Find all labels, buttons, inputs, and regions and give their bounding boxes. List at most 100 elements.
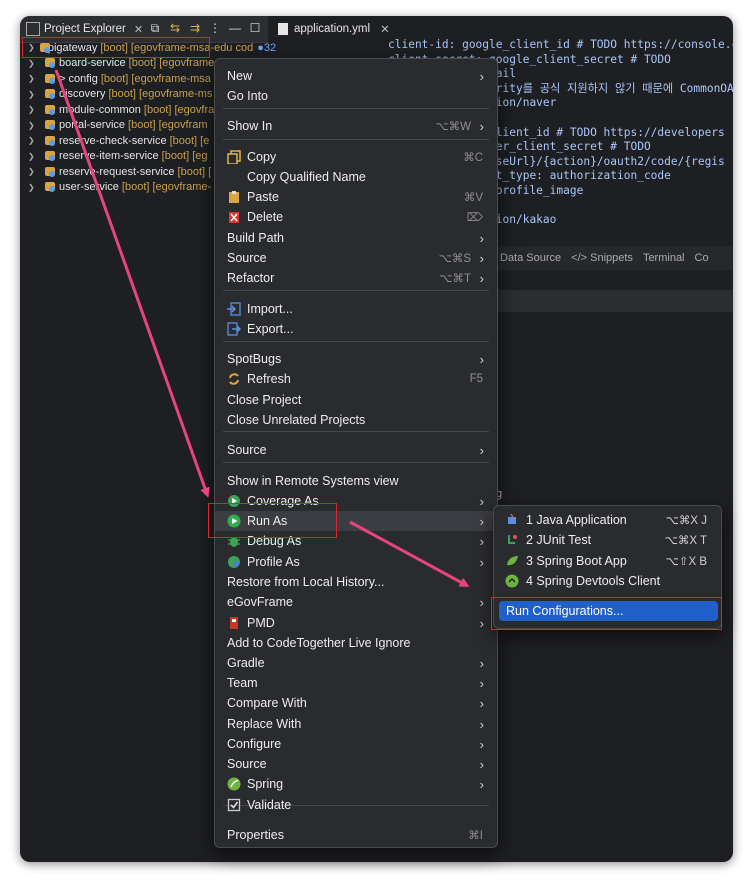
menu-item-build-path[interactable]: Build Path › (215, 228, 497, 248)
chevron-right-icon[interactable]: ❯ (20, 90, 40, 99)
menu-item-label: Configure (227, 737, 282, 751)
project-icon (44, 135, 56, 147)
file-icon (278, 23, 288, 35)
menu-item-label: Spring (247, 777, 284, 791)
menu-item-copy-qualified-name[interactable]: Copy Qualified Name (215, 167, 497, 187)
menu-item-spotbugs[interactable]: SpotBugs › (215, 349, 497, 369)
menu-item-close-unrelated-projects[interactable]: Close Unrelated Projects (215, 410, 497, 430)
annotation-box-run-configurations (491, 597, 722, 630)
project-icon (44, 73, 56, 85)
menu-item-copy[interactable]: Copy ⌘C (215, 147, 497, 167)
lower-tab-co[interactable]: Co (695, 252, 709, 264)
menu-separator (223, 341, 489, 342)
chevron-right-icon[interactable]: ❯ (20, 136, 40, 145)
menu-item-refresh[interactable]: Refresh F5 (215, 369, 497, 389)
menu-item-team[interactable]: Team › (215, 673, 497, 693)
project-icon (44, 88, 56, 100)
menu-item-show-in[interactable]: Show In ⌥⌘W › (215, 116, 497, 136)
close-icon[interactable]: ✕ (134, 23, 143, 36)
filter-icon[interactable]: ⇉ (188, 21, 202, 36)
chevron-right-icon: › (479, 533, 484, 549)
chevron-right-icon: › (479, 695, 484, 711)
menu-item-egovframe[interactable]: eGovFrame › (215, 592, 497, 612)
menu-item-label: Team (227, 676, 258, 690)
link-editor-icon[interactable]: ⇆ (168, 21, 182, 36)
menu-item-go-into[interactable]: Go Into (215, 86, 497, 106)
submenu-item-2-junit-test[interactable]: 2 JUnit Test ⌥⌘X T (494, 530, 721, 550)
submenu-item-1-java-application[interactable]: 1 Java Application ⌥⌘X J (494, 510, 721, 530)
menu-item-refactor[interactable]: Refactor ⌥⌘T › (215, 268, 497, 288)
menu-item-pmd[interactable]: PMD › (215, 613, 497, 633)
tab-label: application.yml (294, 23, 371, 35)
lower-tab-snippets[interactable]: </> Snippets (571, 252, 633, 264)
chevron-right-icon[interactable]: ❯ (20, 167, 40, 176)
collapse-all-icon[interactable]: ⧉ (148, 21, 162, 36)
minimize-icon[interactable]: — (228, 21, 242, 36)
chevron-right-icon: › (479, 68, 484, 84)
menu-item-paste[interactable]: Paste ⌘V (215, 187, 497, 207)
menu-item-label: Compare With (227, 696, 307, 710)
menu-item-replace-with[interactable]: Replace With › (215, 714, 497, 734)
menu-item-properties[interactable]: Properties ⌘I (215, 825, 497, 845)
spring-icon (227, 777, 241, 791)
menu-item-shortcut: ⌥⌘T (439, 273, 471, 285)
chevron-right-icon[interactable]: ❯ (20, 105, 40, 114)
menu-item-label: New (227, 69, 253, 83)
menu-item-label: SpotBugs (227, 352, 282, 366)
menu-item-new[interactable]: New › (215, 66, 497, 86)
chevron-right-icon: › (479, 736, 484, 752)
menu-item-label: PMD (247, 616, 275, 630)
chevron-right-icon: › (479, 756, 484, 772)
chevron-right-icon[interactable]: ❯ (20, 74, 40, 83)
submenu-item-label: 3 Spring Boot App (526, 554, 627, 568)
menu-item-source[interactable]: Source › (215, 754, 497, 774)
lower-tab-data-source[interactable]: Data Source (500, 252, 561, 264)
chevron-right-icon: › (479, 675, 484, 691)
project-name: portal-service (59, 119, 126, 132)
menu-item-restore-from-local-history[interactable]: Restore from Local History... (215, 572, 497, 592)
project-tag: [boot] [ (177, 165, 212, 178)
menu-item-profile-as[interactable]: Profile As › (215, 552, 497, 572)
maximize-icon[interactable]: ☐ (248, 21, 262, 36)
project-tag: [boot] [egovfram (128, 119, 208, 132)
menu-item-source[interactable]: Source › (215, 440, 497, 460)
menu-item-compare-with[interactable]: Compare With › (215, 693, 497, 713)
project-tag: [boot] [egovframe-msa (100, 72, 211, 85)
tab-project-explorer[interactable]: Project Explorer ✕ (26, 20, 143, 38)
submenu-item-3-spring-boot-app[interactable]: 3 Spring Boot App ⌥⇧X B (494, 551, 721, 571)
submenu-item-4-spring-devtools-client[interactable]: 4 Spring Devtools Client (494, 571, 721, 591)
chevron-right-icon[interactable]: ❯ (20, 59, 40, 68)
chevron-right-icon[interactable]: ❯ (20, 121, 40, 130)
menu-separator (223, 290, 489, 291)
menu-item-delete[interactable]: Delete ⌦ (215, 207, 497, 227)
project-name: reserve-item-service (59, 150, 159, 163)
spring-boot-icon (507, 556, 518, 566)
menu-item-spring[interactable]: Spring › (215, 774, 497, 794)
project-icon (44, 181, 56, 193)
menu-item-add-to-codetogether-live-ignore[interactable]: Add to CodeTogether Live Ignore (215, 633, 497, 653)
chevron-right-icon: › (479, 270, 484, 286)
delete-icon (229, 212, 239, 223)
menu-item-gradle[interactable]: Gradle › (215, 653, 497, 673)
menu-item-source[interactable]: Source ⌥⌘S › (215, 248, 497, 268)
menu-item-label: Refactor (227, 271, 275, 285)
menu-item-import[interactable]: Import... (215, 299, 497, 319)
chevron-right-icon[interactable]: ❯ (20, 152, 40, 161)
project-tag: [boot] [e (169, 134, 210, 147)
menu-item-show-in-remote-systems-view[interactable]: Show in Remote Systems view (215, 471, 497, 491)
menu-item-configure[interactable]: Configure › (215, 734, 497, 754)
menu-item-label: Close Project (227, 393, 302, 407)
lower-tab-terminal[interactable]: Terminal (643, 252, 685, 264)
menu-item-shortcut: ⌘V (463, 192, 483, 204)
project-name: user-service (59, 181, 119, 194)
close-icon[interactable]: ✕ (380, 22, 390, 36)
menu-item-close-project[interactable]: Close Project (215, 390, 497, 410)
chevron-right-icon: › (479, 250, 484, 266)
menu-item-export[interactable]: Export... (215, 319, 497, 339)
menu-item-validate[interactable]: Validate (215, 795, 497, 815)
view-menu-icon[interactable]: ⋮ (208, 21, 222, 36)
chevron-right-icon[interactable]: ❯ (20, 183, 40, 192)
tab-application-yml[interactable]: application.yml ✕ (272, 16, 402, 42)
menu-item-label: Paste (247, 190, 279, 204)
project-icon (44, 57, 56, 69)
